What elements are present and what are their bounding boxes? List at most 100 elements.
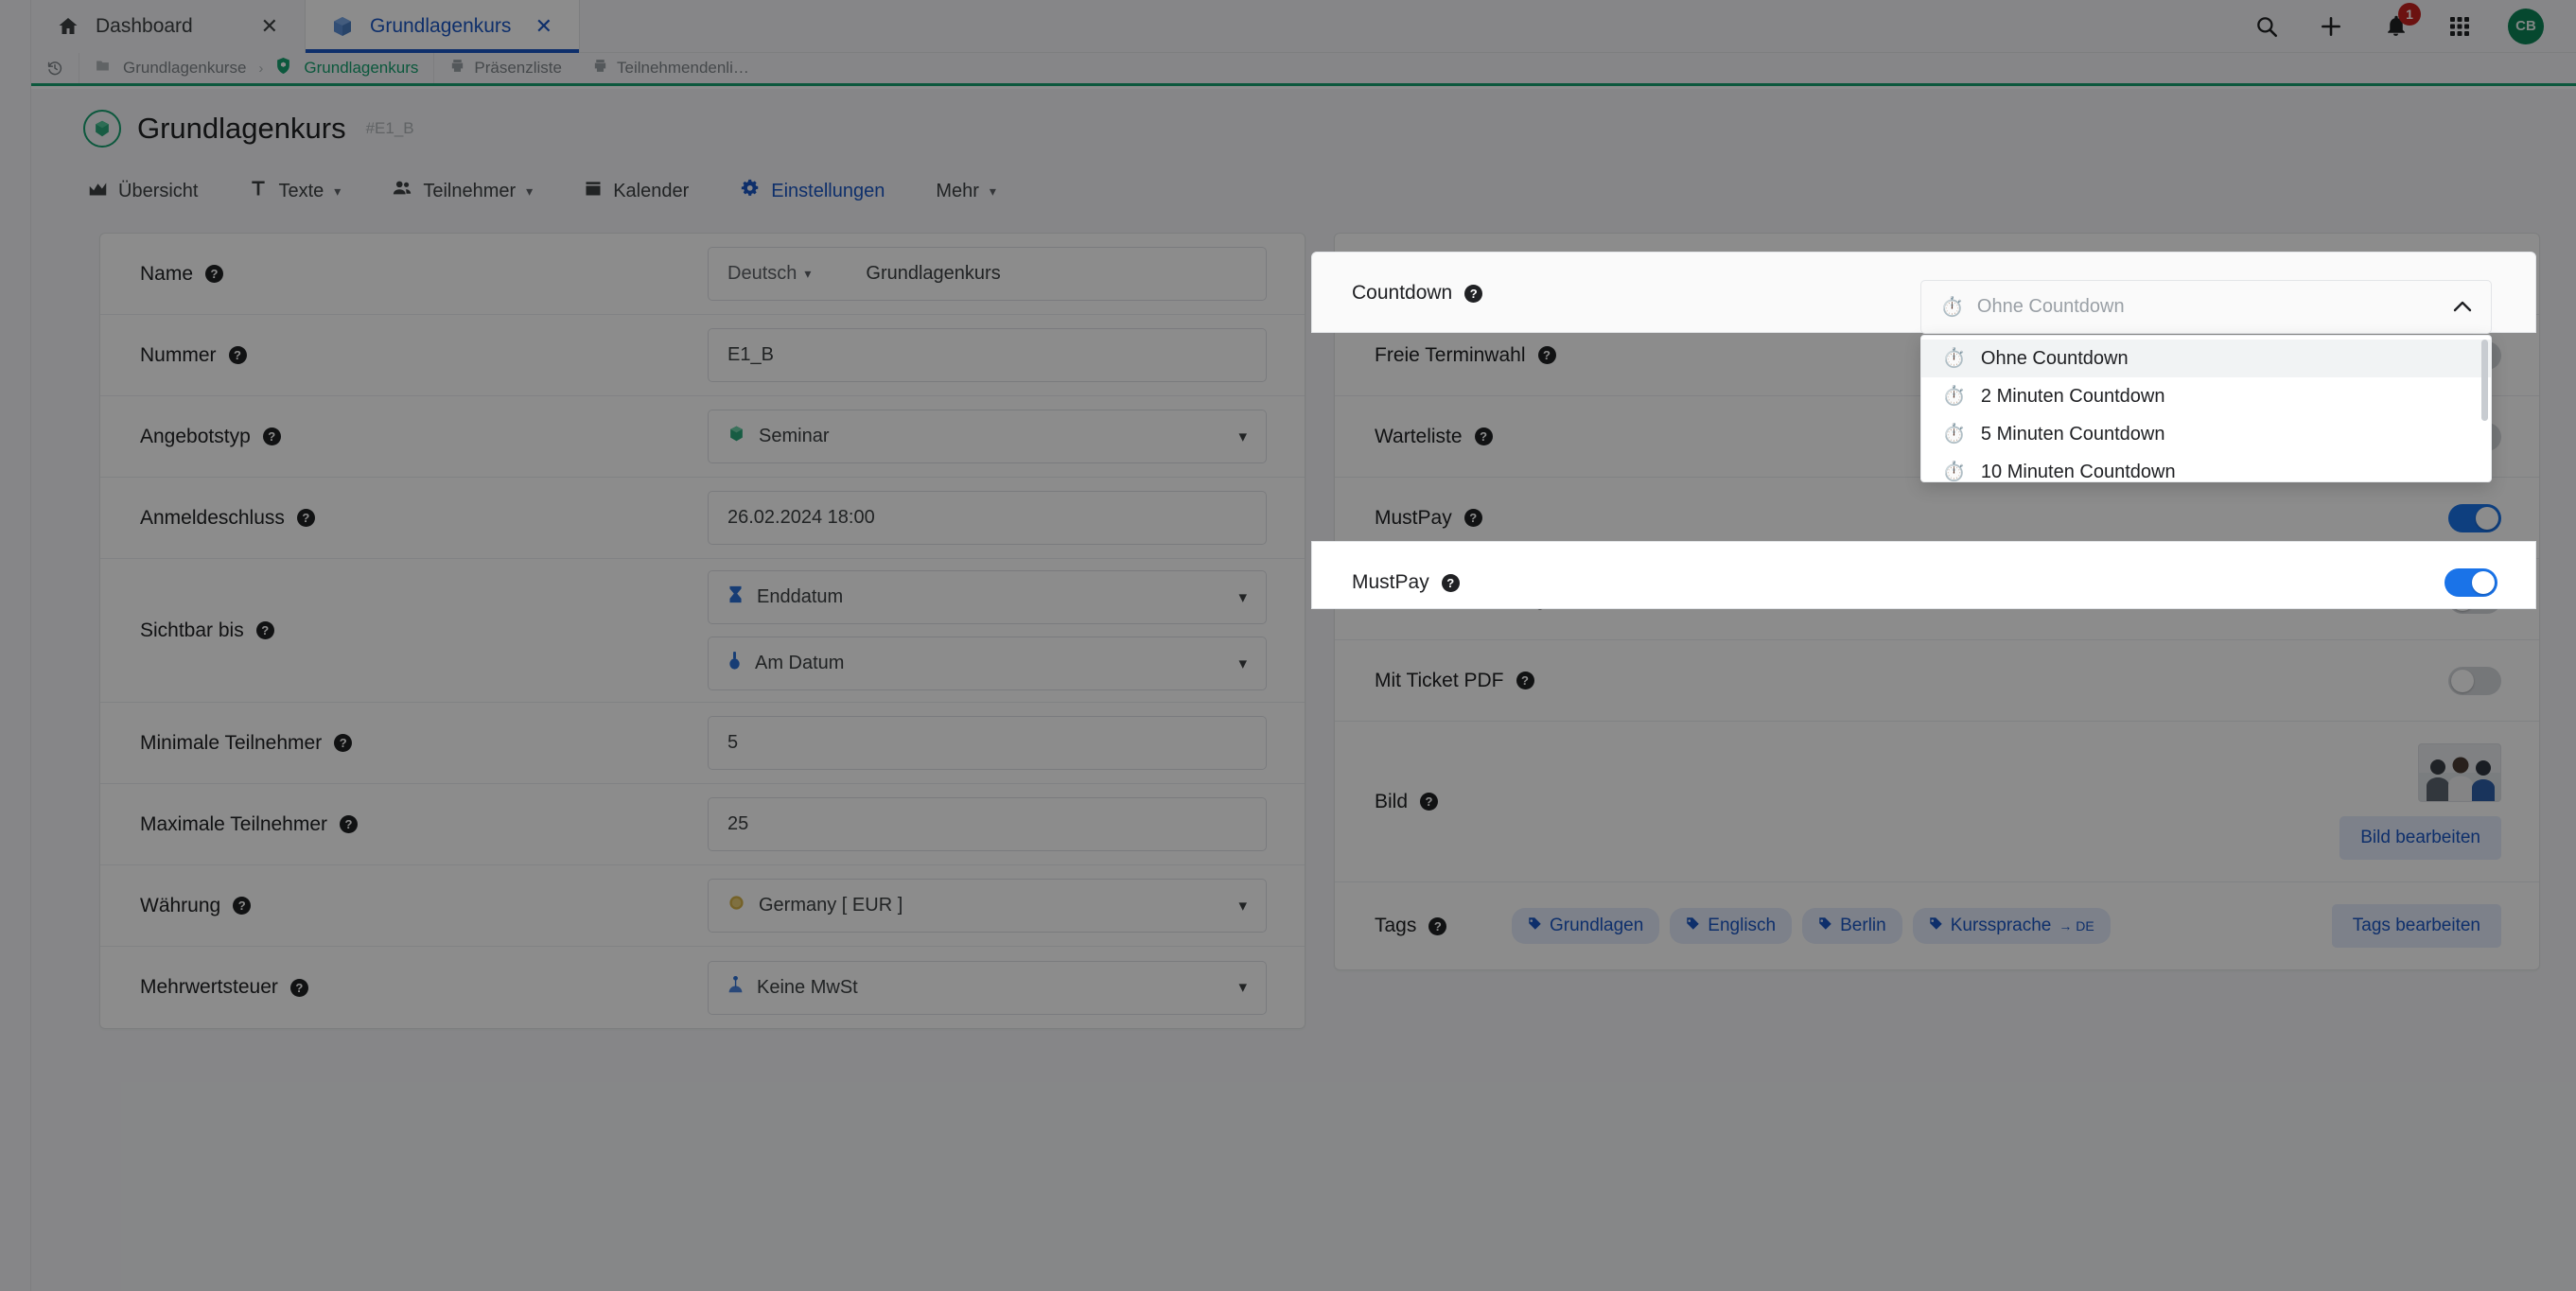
language-selector[interactable]: Deutsch ▾: [727, 263, 811, 285]
gear-icon: [740, 178, 761, 204]
tag-icon: [1686, 916, 1700, 936]
nav-einstellungen[interactable]: Einstellungen: [740, 172, 909, 210]
chevron-right-icon: ›: [258, 61, 263, 77]
option-label: 10 Minuten Countdown: [1981, 462, 2176, 483]
mit-ticket-pdf-toggle[interactable]: [2448, 667, 2501, 695]
folder-icon: [95, 58, 111, 79]
section-nav: Übersicht Texte ▾ Teilnehmer ▾: [31, 148, 2576, 210]
tab-grundlagenkurs[interactable]: Grundlagenkurs ✕: [306, 0, 580, 53]
sichtbar-bis-mode-select[interactable]: Enddatum ▾: [708, 570, 1267, 624]
nummer-input[interactable]: E1_B: [708, 328, 1267, 382]
nav-teilnehmer[interactable]: Teilnehmer ▾: [392, 172, 557, 210]
help-icon[interactable]: ?: [1464, 285, 1482, 303]
label-text: Mit Ticket PDF: [1375, 670, 1504, 692]
history-icon[interactable]: [31, 53, 79, 83]
help-icon[interactable]: ?: [205, 265, 223, 283]
tag-chip[interactable]: Grundlagen: [1512, 908, 1659, 944]
dropdown-scrollbar[interactable]: [2481, 340, 2488, 421]
field-label: Angebotstyp ?: [140, 426, 708, 448]
mustpay-toggle[interactable]: [2445, 568, 2497, 597]
chevron-down-icon: ▾: [1238, 897, 1247, 916]
language-label: Deutsch: [727, 263, 797, 285]
countdown-select-trigger[interactable]: ⏱️ Ohne Countdown: [1920, 280, 2492, 334]
help-icon[interactable]: ?: [1464, 509, 1482, 527]
help-icon[interactable]: ?: [233, 897, 251, 915]
field-label: Countdown ?: [1352, 282, 1919, 305]
field-row-tags: Tags ? Grundlagen: [1335, 882, 2539, 969]
mehrwertsteuer-select[interactable]: Keine MwSt ▾: [708, 961, 1267, 1015]
help-icon[interactable]: ?: [1538, 346, 1556, 364]
tag-label: Berlin: [1840, 916, 1886, 936]
tag-icon: [1818, 916, 1832, 936]
breadcrumb-path[interactable]: Grundlagenkurse › Grundlagenkurs: [79, 53, 434, 83]
app-root: Dashboard ✕ Grundlagenkurs ✕: [0, 0, 2576, 1291]
cube-icon: [83, 110, 121, 148]
tag-chip[interactable]: Berlin: [1802, 908, 1902, 944]
tag-chip[interactable]: Englisch: [1670, 908, 1792, 944]
help-icon[interactable]: ?: [229, 346, 247, 364]
nav-texte[interactable]: Texte ▾: [249, 173, 365, 209]
anmeldeschluss-input[interactable]: 26.02.2024 18:00: [708, 491, 1267, 545]
label-text: Mehrwertsteuer: [140, 976, 278, 999]
sichtbar-bis-date-select[interactable]: Am Datum ▾: [708, 637, 1267, 690]
countdown-option[interactable]: ⏱️ 2 Minuten Countdown: [1921, 377, 2491, 415]
maximale-teilnehmer-input[interactable]: 25: [708, 797, 1267, 851]
help-icon[interactable]: ?: [263, 427, 281, 445]
angebotstyp-select[interactable]: Seminar ▾: [708, 410, 1267, 463]
tab-close-icon[interactable]: ✕: [530, 14, 558, 39]
document-link-teilnehmendenliste[interactable]: Teilnehmendenli…: [617, 59, 749, 78]
help-icon[interactable]: ?: [290, 979, 308, 997]
help-icon[interactable]: ?: [1420, 793, 1438, 811]
nav-mehr[interactable]: Mehr ▾: [936, 175, 1021, 208]
anmeldeschluss-value: 26.02.2024 18:00: [727, 507, 875, 529]
nav-uebersicht[interactable]: Übersicht: [88, 173, 222, 210]
page-code: #E1_B: [366, 119, 414, 138]
chevron-down-icon: ▾: [526, 183, 533, 200]
breadcrumb: Grundlagenkurse › Grundlagenkurs Präsenz…: [31, 53, 2576, 86]
avatar[interactable]: CB: [2508, 9, 2544, 44]
field-label: Name ?: [140, 263, 708, 286]
mustpay-toggle[interactable]: [2448, 504, 2501, 532]
bell-icon[interactable]: 1: [2379, 10, 2411, 43]
help-icon[interactable]: ?: [256, 621, 274, 639]
help-icon[interactable]: ?: [297, 509, 315, 527]
chart-icon: [88, 179, 108, 204]
countdown-option[interactable]: ⏱️ 10 Minuten Countdown: [1921, 453, 2491, 482]
tab-close-icon[interactable]: ✕: [255, 14, 284, 39]
angebotstyp-value: Seminar: [759, 426, 829, 447]
minimale-teilnehmer-input[interactable]: 5: [708, 716, 1267, 770]
waehrung-select[interactable]: Germany [ EUR ] ▾: [708, 879, 1267, 933]
tab-dashboard[interactable]: Dashboard ✕: [31, 0, 306, 53]
toggle-knob: [2476, 507, 2498, 530]
grid-icon[interactable]: [2444, 10, 2476, 43]
browser-tab-bar: Dashboard ✕ Grundlagenkurs ✕: [31, 0, 2576, 53]
edit-image-button[interactable]: Bild bearbeiten: [2339, 816, 2501, 860]
help-icon[interactable]: ?: [1428, 917, 1446, 935]
search-icon[interactable]: [2251, 10, 2283, 43]
field-row-name: Name ? Deutsch ▾ Grundlagenkurs: [100, 234, 1305, 315]
nav-label: Einstellungen: [771, 181, 885, 202]
chevron-down-icon: ▾: [1238, 588, 1247, 607]
breadcrumb-item-label: Grundlagenkurs: [304, 59, 418, 78]
countdown-option[interactable]: ⏱️ Ohne Countdown: [1921, 340, 2491, 377]
document-link-praesenzliste[interactable]: Präsenzliste: [474, 59, 562, 78]
printer-icon: [592, 58, 608, 79]
nav-label: Kalender: [613, 181, 689, 202]
nav-label: Teilnehmer: [423, 181, 516, 202]
nav-label: Mehr: [936, 181, 979, 202]
people-icon: [392, 178, 412, 204]
nav-kalender[interactable]: Kalender: [584, 173, 713, 209]
name-input[interactable]: Deutsch ▾ Grundlagenkurs: [708, 247, 1267, 301]
countdown-option[interactable]: ⏱️ 5 Minuten Countdown: [1921, 415, 2491, 453]
edit-tags-button[interactable]: Tags bearbeiten: [2332, 904, 2501, 948]
label-text: Warteliste: [1375, 426, 1463, 448]
help-icon[interactable]: ?: [334, 734, 352, 752]
maximale-teilnehmer-value: 25: [727, 813, 748, 835]
help-icon[interactable]: ?: [1475, 427, 1493, 445]
sichtbar-bis-value-1: Enddatum: [757, 586, 843, 608]
tag-chip[interactable]: Kurssprache → DE: [1913, 908, 2111, 944]
help-icon[interactable]: ?: [340, 815, 358, 833]
help-icon[interactable]: ?: [1516, 672, 1534, 689]
help-icon[interactable]: ?: [1442, 574, 1460, 592]
plus-icon[interactable]: [2315, 10, 2347, 43]
